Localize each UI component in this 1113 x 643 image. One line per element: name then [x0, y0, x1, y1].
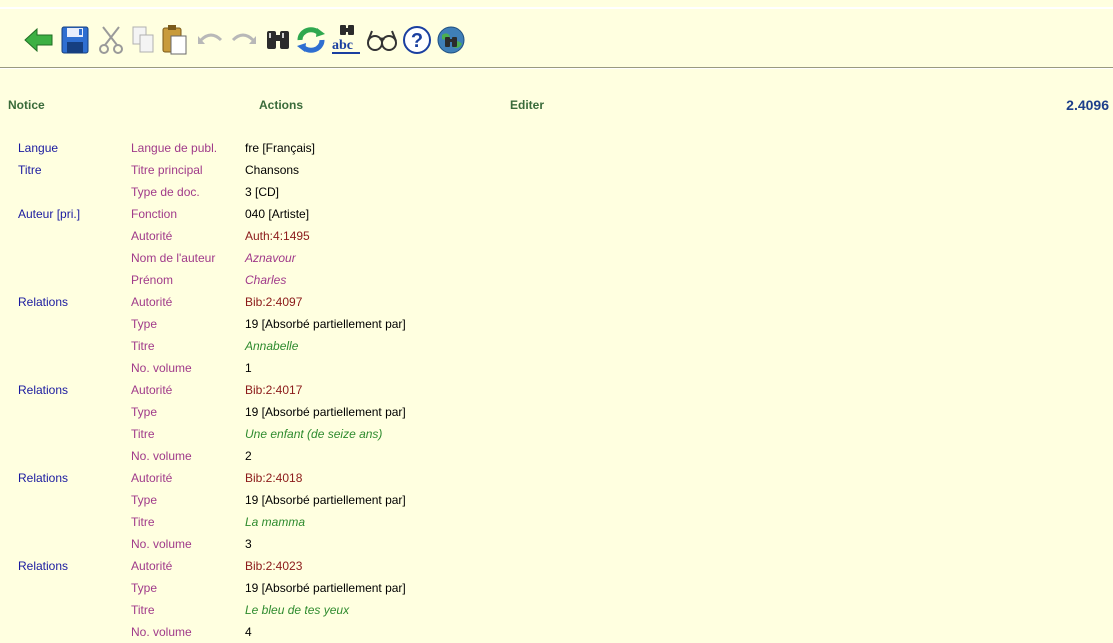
field-label: Autorité: [131, 471, 173, 485]
svg-text:?: ?: [411, 30, 423, 52]
field-label: Type de doc.: [131, 185, 200, 199]
field-value: 19 [Absorbé partiellement par]: [245, 405, 406, 419]
toolbar-top-divider: [0, 7, 1113, 9]
field-row: Langue Langue de publ. fre [Français]: [0, 137, 1113, 159]
field-value: La mamma: [245, 515, 306, 529]
field-label: Titre: [131, 515, 155, 529]
section-label: Langue: [18, 141, 59, 155]
field-label: Type: [131, 493, 158, 507]
field-value: 3 [CD]: [245, 185, 280, 199]
field-row: Titre Une enfant (de seize ans): [0, 423, 1113, 445]
field-value: 19 [Absorbé partiellement par]: [245, 317, 406, 331]
field-label: Fonction: [131, 207, 178, 221]
section-label: Relations: [18, 471, 69, 485]
field-row: Prénom Charles: [0, 269, 1113, 291]
field-row: Relations Autorité Bib:2:4017: [0, 379, 1113, 401]
section-label: Relations: [18, 383, 69, 397]
field-label: Prénom: [131, 273, 174, 287]
field-row: Type 19 [Absorbé partiellement par]: [0, 313, 1113, 335]
field-label: Autorité: [131, 383, 173, 397]
field-row: No. volume 2: [0, 445, 1113, 467]
notice-header: Notice: [8, 98, 45, 112]
field-value: 040 [Artiste]: [245, 207, 310, 221]
section-label: Titre: [18, 163, 42, 177]
field-value: fre [Français]: [245, 141, 316, 155]
field-label: Titre: [131, 339, 155, 353]
field-value: 3: [245, 537, 252, 551]
authority-link[interactable]: Bib:2:4017: [245, 379, 302, 401]
field-label: Type: [131, 581, 158, 595]
field-value: Le bleu de tes yeux: [245, 603, 350, 617]
undo-icon[interactable]: [194, 22, 228, 58]
field-value: Aznavour: [245, 251, 296, 265]
field-value: 4: [245, 625, 252, 639]
glasses-icon[interactable]: [365, 22, 399, 58]
spellcheck-icon[interactable]: abc: [330, 22, 364, 58]
field-row: Type 19 [Absorbé partiellement par]: [0, 401, 1113, 423]
field-row: Autorité Auth:4:1495: [0, 225, 1113, 247]
section-label: Auteur [pri.]: [18, 207, 81, 221]
paste-icon[interactable]: [158, 22, 192, 58]
field-row: Type 19 [Absorbé partiellement par]: [0, 577, 1113, 599]
save-icon[interactable]: [58, 22, 92, 58]
field-value: 19 [Absorbé partiellement par]: [245, 493, 406, 507]
help-icon[interactable]: ?: [400, 22, 434, 58]
field-label: Type: [131, 405, 158, 419]
record-number: 2.4096: [1066, 97, 1109, 113]
field-row: Type de doc. 3 [CD]: [0, 181, 1113, 203]
toolbar-bottom-highlight: [0, 68, 1113, 69]
binoculars-icon[interactable]: [261, 22, 295, 58]
field-label: Autorité: [131, 295, 173, 309]
authority-link[interactable]: Bib:2:4023: [245, 555, 302, 577]
svg-text:abc: abc: [332, 38, 353, 53]
field-row: No. volume 3: [0, 533, 1113, 555]
field-row: Nom de l'auteur Aznavour: [0, 247, 1113, 269]
field-label: Titre: [131, 603, 155, 617]
field-row: No. volume 1: [0, 357, 1113, 379]
toolbar: abc ?: [0, 0, 1113, 69]
authority-link[interactable]: Bib:2:4018: [245, 467, 302, 489]
actions-header[interactable]: Actions: [259, 98, 303, 112]
field-label: Titre: [131, 427, 155, 441]
field-value: 2: [245, 449, 252, 463]
field-value: Chansons: [245, 163, 300, 177]
field-row: Titre Le bleu de tes yeux: [0, 599, 1113, 621]
refresh-icon[interactable]: [294, 22, 328, 58]
field-label: Titre principal: [131, 163, 203, 177]
field-value: Une enfant (de seize ans): [245, 427, 383, 441]
field-label: No. volume: [131, 449, 192, 463]
field-label: No. volume: [131, 625, 192, 639]
field-label: Autorité: [131, 229, 173, 243]
field-row: Type 19 [Absorbé partiellement par]: [0, 489, 1113, 511]
field-value: 1: [245, 361, 252, 375]
field-row: Auteur [pri.] Fonction 040 [Artiste]: [0, 203, 1113, 225]
field-label: Autorité: [131, 559, 173, 573]
field-label: Nom de l'auteur: [131, 251, 216, 265]
field-label: No. volume: [131, 537, 192, 551]
back-arrow-icon[interactable]: [22, 22, 56, 58]
field-value: Charles: [245, 273, 287, 287]
copy-icon[interactable]: [126, 22, 160, 58]
section-label: Relations: [18, 295, 69, 309]
field-value: Annabelle: [245, 339, 299, 353]
field-label: Langue de publ.: [131, 141, 218, 155]
record-fields: Langue Langue de publ. fre [Français] Titre…: [0, 137, 1113, 643]
field-row: Titre La mamma: [0, 511, 1113, 533]
section-label: Relations: [18, 559, 69, 573]
cut-icon[interactable]: [94, 22, 128, 58]
field-row: Titre Annabelle: [0, 335, 1113, 357]
field-row: Relations Autorité Bib:2:4097: [0, 291, 1113, 313]
authority-link[interactable]: Bib:2:4097: [245, 291, 302, 313]
field-row: No. volume 4: [0, 621, 1113, 643]
field-row: Relations Autorité Bib:2:4023: [0, 555, 1113, 577]
field-label: Type: [131, 317, 158, 331]
globe-search-icon[interactable]: [434, 22, 468, 58]
redo-icon[interactable]: [226, 22, 260, 58]
field-value: 19 [Absorbé partiellement par]: [245, 581, 406, 595]
field-label: No. volume: [131, 361, 192, 375]
field-row: Relations Autorité Bib:2:4018: [0, 467, 1113, 489]
editer-header[interactable]: Editer: [510, 98, 544, 112]
field-row: Titre Titre principal Chansons: [0, 159, 1113, 181]
authority-link[interactable]: Auth:4:1495: [245, 225, 310, 247]
